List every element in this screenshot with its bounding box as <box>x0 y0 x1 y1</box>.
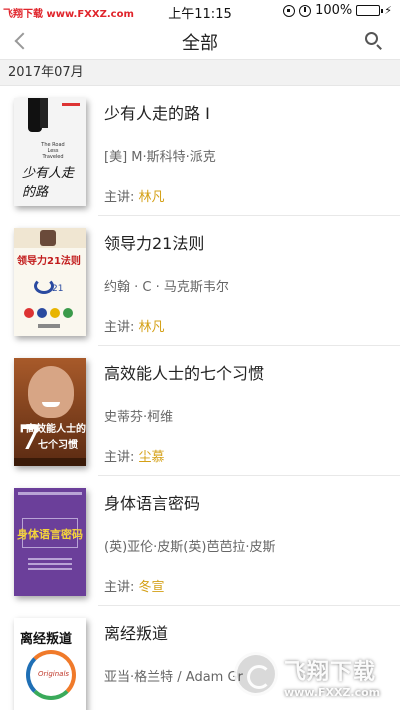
book-author: (英)亚伦·皮斯(英)芭芭拉·皮斯 <box>104 540 276 555</box>
charging-icon: ⚡ <box>384 4 392 17</box>
book-author: 史蒂芬·柯维 <box>104 410 174 425</box>
alarm-icon <box>299 4 312 17</box>
battery-icon <box>356 5 384 16</box>
book-item[interactable]: 身体语言密码 身体语言密码 (英)亚伦·皮斯(英)芭芭拉·皮斯 主讲: 冬宣 <box>0 476 400 606</box>
book-author: 亚当·格兰特 / Adam Gr <box>104 670 243 685</box>
book-speaker: 主讲: 尘慕 <box>104 450 165 465</box>
book-title: 少有人走的路 I <box>104 104 210 123</box>
speaker-name: 林凡 <box>138 190 165 205</box>
book-item[interactable]: 离经叛道 Originals 离经叛道 亚当·格兰特 / Adam Gr <box>0 606 400 710</box>
book-item[interactable]: 领导力21法则 21 领导力21法则 约翰 · C · 马克斯韦尔 主讲: 林凡 <box>0 216 400 346</box>
nav-bar: 全部 <box>0 22 400 60</box>
status-bar: 飞翔下载 www.FXXZ.com 上午11:15 100% ⚡ <box>0 0 400 22</box>
speaker-name: 冬宣 <box>138 580 165 595</box>
book-author: 约翰 · C · 马克斯韦尔 <box>104 280 229 295</box>
book-speaker: 主讲: 林凡 <box>104 320 165 335</box>
speaker-name: 林凡 <box>138 320 165 335</box>
book-author: [美] M·斯科特·派克 <box>104 150 216 165</box>
book-speaker: 主讲: 冬宣 <box>104 580 165 595</box>
book-cover: The Road Less Traveled 少有人走的路 <box>14 98 86 206</box>
book-cover: 领导力21法则 21 <box>14 228 86 336</box>
book-cover: 7 高效能人士的 七个习惯 <box>14 358 86 466</box>
book-item[interactable]: The Road Less Traveled 少有人走的路 少有人走的路 I [… <box>0 86 400 216</box>
book-title: 身体语言密码 <box>104 494 201 513</box>
book-cover: 离经叛道 Originals <box>14 618 86 710</box>
page-title: 全部 <box>182 33 218 54</box>
battery-percent: 100% <box>315 3 353 18</box>
speaker-name: 尘慕 <box>138 450 165 465</box>
book-title: 离经叛道 <box>104 624 169 643</box>
search-button[interactable] <box>362 29 386 53</box>
book-title: 领导力21法则 <box>104 234 205 253</box>
book-list: The Road Less Traveled 少有人走的路 少有人走的路 I [… <box>0 86 400 710</box>
search-icon <box>365 32 378 45</box>
orientation-lock-icon <box>283 4 296 17</box>
back-button[interactable] <box>8 26 36 54</box>
section-date-header: 2017年07月 <box>0 60 400 86</box>
book-cover: 身体语言密码 <box>14 488 86 596</box>
book-title: 高效能人士的七个习惯 <box>104 364 265 383</box>
book-item[interactable]: 7 高效能人士的 七个习惯 高效能人士的七个习惯 史蒂芬·柯维 主讲: 尘慕 <box>0 346 400 476</box>
book-speaker: 主讲: 林凡 <box>104 190 165 205</box>
status-right: 100% ⚡ <box>283 3 392 18</box>
